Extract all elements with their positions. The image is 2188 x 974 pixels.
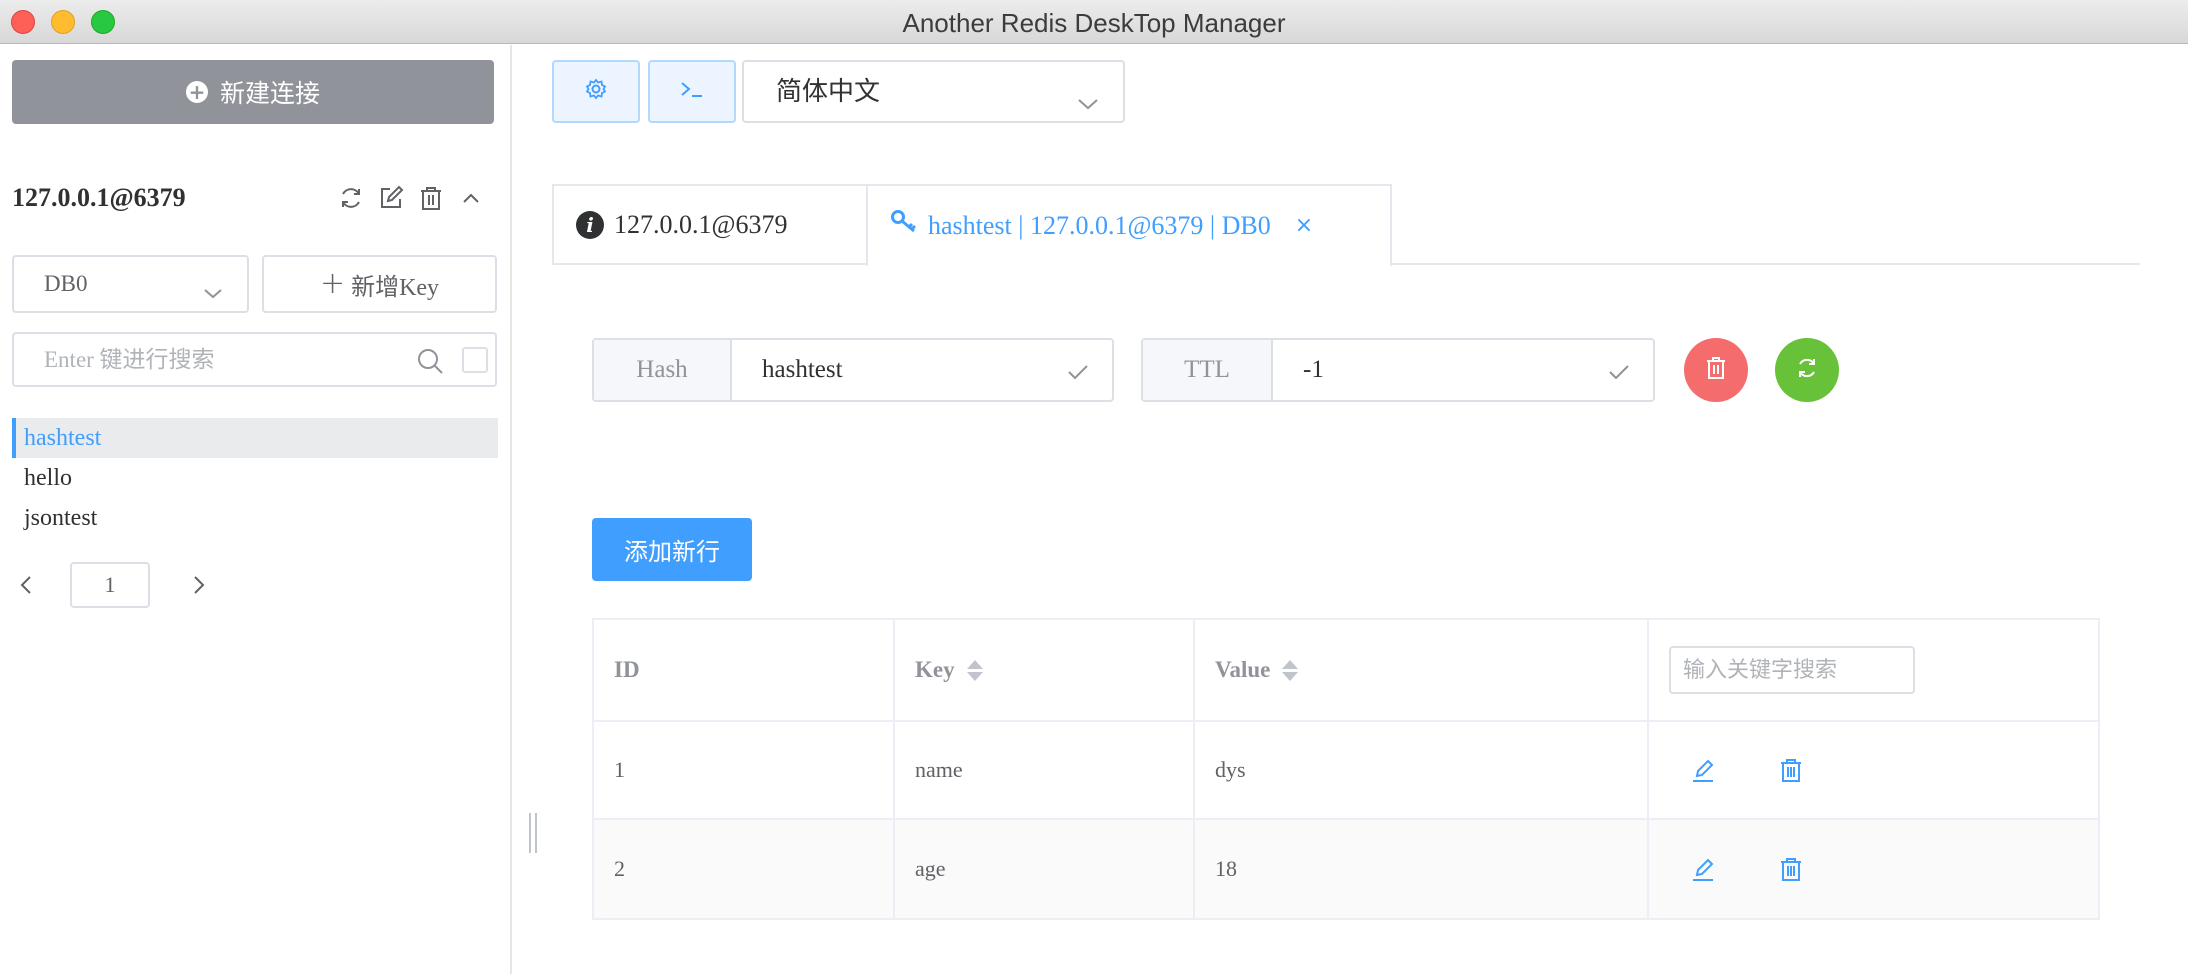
- chevron-left-icon[interactable]: [16, 574, 38, 601]
- check-icon[interactable]: [1607, 360, 1631, 391]
- tab-bar: i 127.0.0.1@6379 hashtest | 127.0.0.1@63…: [552, 184, 2140, 267]
- page-number[interactable]: 1: [70, 562, 150, 608]
- chevron-right-icon[interactable]: [187, 574, 209, 601]
- key-name-input[interactable]: hashtest: [732, 340, 1112, 400]
- resize-handle[interactable]: [529, 813, 537, 853]
- close-icon[interactable]: ×: [1295, 213, 1313, 238]
- terminal-icon: [678, 77, 706, 106]
- window-title: Another Redis DeskTop Manager: [902, 8, 1286, 38]
- table-search-input[interactable]: [1669, 646, 1915, 694]
- refresh-key-button[interactable]: [1775, 338, 1839, 402]
- column-header-label: ID: [614, 657, 640, 682]
- info-icon: i: [576, 210, 604, 239]
- chevron-up-icon[interactable]: [458, 185, 484, 211]
- table-header-row: ID Key Value: [594, 620, 2098, 722]
- hash-table: ID Key Value 1 name dys 2 age 18: [592, 618, 2100, 920]
- tab-label: 127.0.0.1@6379: [614, 209, 788, 239]
- delete-key-button[interactable]: [1684, 338, 1748, 402]
- connection-name[interactable]: 127.0.0.1@6379: [12, 183, 186, 213]
- title-bar: Another Redis DeskTop Manager: [0, 0, 2188, 44]
- sort-icon[interactable]: [1282, 659, 1299, 681]
- cell-id: 2: [594, 820, 895, 918]
- language-select[interactable]: 简体中文: [742, 60, 1125, 123]
- exact-match-checkbox[interactable]: [462, 347, 488, 373]
- key-search: [12, 332, 497, 387]
- new-key-button[interactable]: + 新增Key: [262, 255, 497, 313]
- tab-key-detail[interactable]: hashtest | 127.0.0.1@6379 | DB0 ×: [866, 184, 1392, 267]
- new-connection-label: 新建连接: [219, 81, 320, 108]
- db-select[interactable]: DB0: [12, 255, 249, 313]
- plus-circle-icon: +: [185, 81, 208, 103]
- column-header-key[interactable]: Key: [895, 620, 1195, 720]
- cell-value: 18: [1195, 820, 1649, 918]
- key-list: hashtest hello jsontest: [12, 418, 498, 538]
- edit-icon[interactable]: [1689, 855, 1717, 883]
- key-icon: [890, 209, 918, 242]
- language-value: 简体中文: [776, 77, 881, 106]
- column-header-label: Value: [1215, 657, 1271, 682]
- cell-actions: [1649, 722, 2098, 818]
- search-icon[interactable]: [416, 347, 444, 380]
- pagination: 1: [12, 562, 212, 608]
- column-header-value[interactable]: Value: [1195, 620, 1649, 720]
- cell-id: 1: [594, 722, 895, 818]
- column-header-label: Key: [915, 657, 955, 682]
- chevron-down-icon: [201, 271, 225, 325]
- trash-icon: [1705, 356, 1727, 385]
- db-select-value: DB0: [44, 271, 88, 296]
- edit-icon[interactable]: [1689, 756, 1717, 784]
- key-name-field: Hash hashtest: [592, 338, 1114, 402]
- key-type-label: Hash: [594, 340, 732, 400]
- new-connection-button[interactable]: + 新建连接: [12, 60, 494, 124]
- tab-connection-status[interactable]: i 127.0.0.1@6379: [552, 184, 868, 265]
- list-item[interactable]: jsontest: [12, 498, 498, 538]
- sidebar: + 新建连接 127.0.0.1@6379 DB0 + 新增Key Enter …: [0, 45, 512, 974]
- plus-icon: +: [319, 266, 346, 301]
- key-search-input[interactable]: [16, 336, 406, 383]
- sort-icon[interactable]: [966, 659, 983, 681]
- key-name-value: hashtest: [762, 356, 843, 383]
- edit-icon[interactable]: [378, 185, 404, 211]
- list-item[interactable]: hello: [12, 458, 498, 498]
- ttl-label: TTL: [1143, 340, 1273, 400]
- trash-icon[interactable]: [418, 185, 444, 211]
- gear-icon: [584, 77, 608, 106]
- table-row: 2 age 18: [594, 820, 2098, 918]
- trash-icon[interactable]: [1777, 855, 1805, 883]
- settings-button[interactable]: [552, 60, 640, 123]
- new-key-label: 新增Key: [351, 274, 440, 301]
- list-item[interactable]: hashtest: [12, 418, 498, 458]
- cell-value: dys: [1195, 722, 1649, 818]
- add-row-button[interactable]: 添加新行: [592, 518, 752, 581]
- cell-actions: [1649, 820, 2098, 918]
- refresh-icon[interactable]: [338, 185, 364, 211]
- cell-key: name: [895, 722, 1195, 818]
- console-button[interactable]: [648, 60, 736, 123]
- table-row: 1 name dys: [594, 722, 2098, 820]
- ttl-value: -1: [1303, 356, 1324, 383]
- check-icon[interactable]: [1066, 360, 1090, 391]
- column-header-search: [1649, 620, 2098, 720]
- refresh-icon: [1795, 356, 1819, 385]
- chevron-down-icon: [1075, 79, 1101, 138]
- cell-key: age: [895, 820, 1195, 918]
- trash-icon[interactable]: [1777, 756, 1805, 784]
- ttl-input[interactable]: -1: [1273, 340, 1653, 400]
- connection-actions: [338, 185, 484, 211]
- column-header-id: ID: [594, 620, 895, 720]
- ttl-field: TTL -1: [1141, 338, 1655, 402]
- tab-label: hashtest | 127.0.0.1@6379 | DB0: [928, 210, 1271, 240]
